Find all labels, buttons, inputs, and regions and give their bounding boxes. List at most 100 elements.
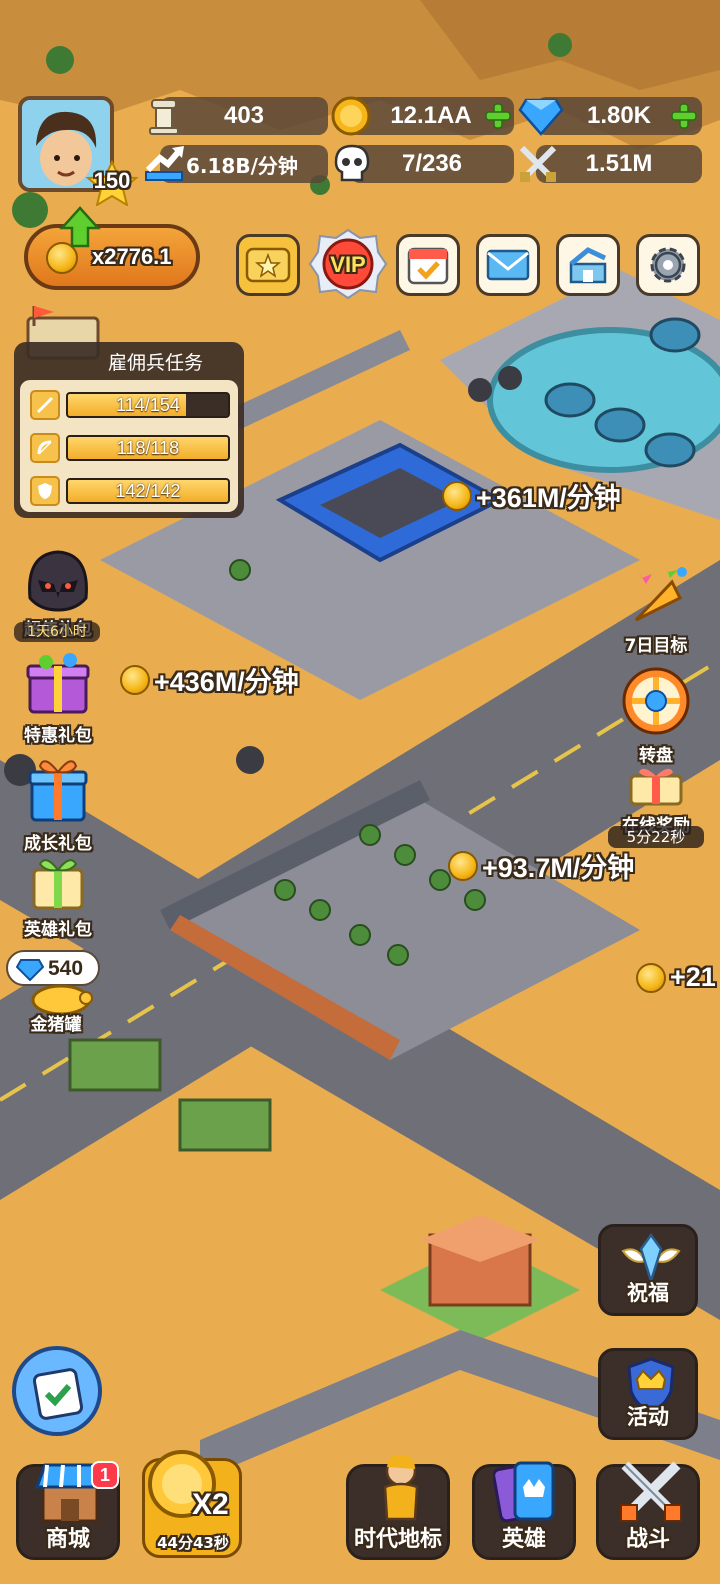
quest-progress-bar: 118/118 [66,435,230,461]
events-button[interactable]: 活动 [598,1348,698,1440]
trophy-counter: 403 [160,97,328,135]
online-reward-timer-text: 5分22秒 [626,828,686,846]
quest-progress-bar: 114/154 [66,392,230,418]
quest-progress-text: 142/142 [115,480,181,501]
piggy-bank-button[interactable]: 540 金猪罐 [6,950,106,1036]
pillar-icon [149,99,179,135]
gear-icon [650,247,686,283]
bow-icon [30,433,60,463]
shop-button[interactable]: 1 商城 [16,1461,120,1560]
income-floater[interactable]: +21 [636,962,716,993]
spin-wheel-icon [622,667,690,735]
task-checklist-button[interactable] [12,1346,102,1436]
power-counter: 1.51M [536,145,702,183]
seven-day-goal-button[interactable]: 7日目标 [606,560,706,656]
events-label: 活动 [627,1405,669,1429]
shop-badge-count: 1 [99,1465,110,1485]
income-multiplier-value: x2776.1 [92,244,172,269]
player-level: 150 [93,168,131,193]
vip-label: VIP [330,252,366,277]
quest-row: 142/142 [30,476,236,506]
stats-button[interactable] [556,234,620,296]
trophy-value: 403 [223,102,265,129]
boost-multiplier: X2 [192,1488,229,1521]
era-landmark-label: 时代地标 [353,1527,442,1552]
gold-value: 12.1AA [390,102,472,129]
hero-pack-label: 英雄礼包 [24,920,92,940]
add-gems-icon[interactable] [670,102,698,130]
hero-cards-icon [493,1461,555,1523]
heroes-label: 英雄 [501,1527,546,1552]
shop-label: 商城 [45,1527,90,1552]
caveman-landmark-icon [383,1454,419,1521]
shield-icon [30,476,60,506]
income-floater-text: +93.7M/分钟 [482,853,635,883]
battle-button[interactable]: 战斗 [596,1461,700,1560]
shop-notification-badge: 1 [91,1461,119,1489]
era-landmark-button[interactable]: 时代地标 [346,1454,450,1560]
gift-box-icon [26,653,90,714]
sword-icon [30,390,60,420]
quest-title: 雇佣兵任务 [108,352,204,374]
online-reward-timer: 5分22秒 [608,826,704,848]
growth-arrow-icon [145,146,184,181]
green-gift-icon [32,859,84,910]
piggy-bank-icon [31,984,93,1014]
lucky-wheel-button[interactable]: 转盘 [606,666,706,766]
gem-value: 1.80K [586,102,652,129]
crossed-swords-icon [620,1461,682,1522]
crossed-swords-icon [519,145,557,183]
blessing-label: 祝福 [627,1281,669,1305]
vip-button[interactable]: VIP [308,228,388,300]
reward-chest-icon [629,768,683,806]
population-value: 7/236 [401,150,463,177]
population-counter: 7/236 [350,145,514,183]
settings-button[interactable] [636,234,700,296]
blessing-button[interactable]: 祝福 [598,1224,698,1316]
diamond-icon [16,959,44,982]
heroes-button[interactable]: 英雄 [472,1461,576,1560]
income-floater-text: +361M/分钟 [476,483,621,513]
upgrade-arrow-icon [59,206,101,248]
clipboard-check-icon [33,1368,83,1420]
power-value: 1.51M [585,150,653,177]
battle-label: 战斗 [625,1527,670,1552]
ticket-star-icon [245,247,291,283]
income-floater[interactable]: +436M/分钟 [120,660,299,699]
growth-pack-label: 成长礼包 [24,834,92,854]
add-gold-icon[interactable] [484,102,512,130]
super-value-pack-timer: 1天6小时 [14,622,100,642]
piggy-gem-count: 540 [48,957,84,980]
double-income-boost-button[interactable]: X2 44分43秒 [138,1448,244,1560]
quest-row: 118/118 [30,433,236,463]
lucky-wheel-label: 转盘 [639,746,673,766]
income-multiplier-button[interactable]: x2776.1 [24,224,200,290]
blue-gift-icon [28,760,88,822]
daily-checkin-button[interactable] [396,234,460,296]
income-floater-text: +436M/分钟 [154,667,299,697]
gold-coin-icon [636,962,666,993]
quest-progress-text: 114/154 [116,394,180,415]
discount-pack-label: 特惠礼包 [24,726,92,746]
dark-helmet-icon [28,550,88,612]
growth-pack-button[interactable]: 成长礼包 [10,752,106,854]
income-floater[interactable]: +361M/分钟 [442,476,621,515]
pass-ticket-button[interactable] [236,234,300,296]
income-floater[interactable]: +93.7M/分钟 [448,846,634,885]
skull-icon [334,144,370,182]
mail-button[interactable] [476,234,540,296]
boost-timer: 44分43秒 [157,1534,229,1552]
quest-progress-text: 118/118 [116,437,180,458]
chart-upgrade-icon [569,247,607,284]
gold-coin-icon [331,96,371,136]
income-floater-text: +21 [670,962,716,992]
gold-coin-icon [120,664,150,695]
gold-coin-icon [448,850,478,881]
piggy-bank-label: 金猪罐 [30,1015,82,1035]
gold-coin-icon [442,480,472,511]
hero-pack-button[interactable]: 英雄礼包 [10,854,106,940]
quest-progress-bar: 142/142 [66,478,230,504]
discount-pack-button[interactable]: 特惠礼包 [10,650,106,746]
seven-day-goal-label: 7日目标 [624,636,688,656]
player-level-star: 150 [84,160,140,206]
